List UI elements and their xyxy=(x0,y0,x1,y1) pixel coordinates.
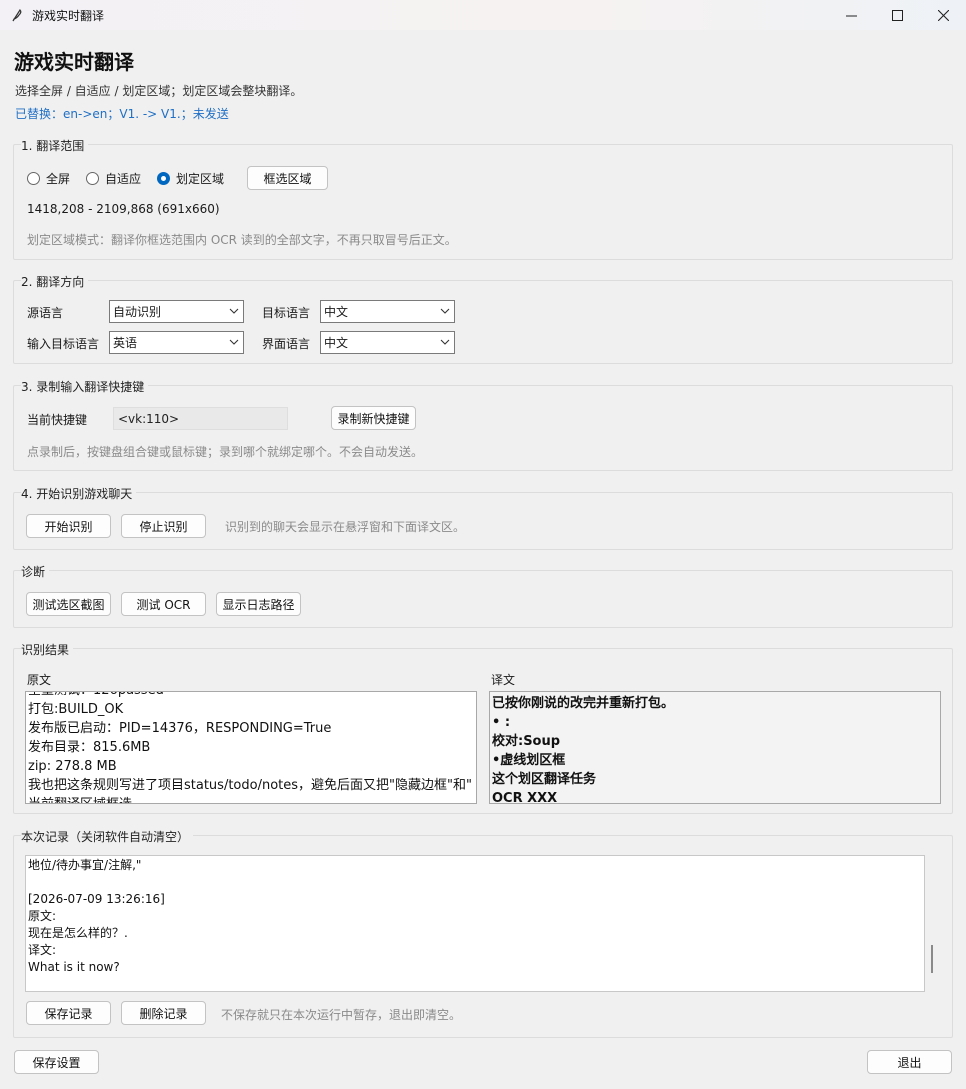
source-lang-select[interactable]: 自动识别 xyxy=(109,300,244,323)
chevron-down-icon xyxy=(229,339,239,345)
record-hotkey-button[interactable]: 录制新快捷键 xyxy=(331,406,416,430)
show-log-path-button[interactable]: 显示日志路径 xyxy=(216,592,301,616)
translation-line: 已按你刚说的改完并重新打包。 xyxy=(492,696,675,711)
ui-lang-select[interactable]: 中文 xyxy=(320,331,455,354)
log-scrollbar-thumb[interactable] xyxy=(931,945,933,973)
radio-label: 自适应 xyxy=(105,172,142,186)
select-value: 自动识别 xyxy=(113,305,162,319)
chevron-down-icon xyxy=(229,308,239,314)
hotkey-group-title: 3. 录制输入翻译快捷键 xyxy=(21,378,149,395)
radio-label: 全屏 xyxy=(46,172,71,186)
feather-icon xyxy=(12,9,22,22)
test-ocr-button[interactable]: 测试 OCR xyxy=(121,592,206,616)
diagnostics-group-title: 诊断 xyxy=(21,563,50,580)
close-icon xyxy=(937,9,949,21)
delete-log-button[interactable]: 删除记录 xyxy=(121,1001,206,1025)
target-lang-label: 目标语言 xyxy=(262,306,311,320)
ui-lang-label: 界面语言 xyxy=(262,337,311,351)
select-region-button[interactable]: 框选区域 xyxy=(247,166,328,190)
translation-text-label: 译文 xyxy=(491,673,516,687)
log-line: 现在是怎么样的？. xyxy=(28,926,128,940)
stop-recognize-button[interactable]: 停止识别 xyxy=(121,514,206,538)
save-log-button[interactable]: 保存记录 xyxy=(26,1001,111,1025)
radio-label: 划定区域 xyxy=(176,172,225,186)
translation-line: OCR XXX xyxy=(492,791,558,804)
save-settings-button[interactable]: 保存设置 xyxy=(14,1050,99,1074)
window-title: 游戏实时翻译 xyxy=(32,8,105,23)
source-line: 全量测试：126passed xyxy=(26,692,476,700)
translation-line: 这个划区翻译任务 xyxy=(492,772,597,787)
log-line: [2026-07-09 13:26:16] xyxy=(28,892,165,906)
maximize-icon xyxy=(891,9,903,21)
source-line: 我也把这条规则写进了项目status/todo/notes，避免后面又把"隐藏边… xyxy=(28,778,472,793)
source-lang-label: 源语言 xyxy=(27,306,64,320)
results-group-title: 识别结果 xyxy=(21,641,74,658)
input-target-lang-select[interactable]: 英语 xyxy=(109,331,244,354)
session-log-group-title: 本次记录（关闭软件自动清空） xyxy=(21,828,194,845)
chevron-down-icon xyxy=(440,339,450,345)
source-line: 当前翻译区域框选 xyxy=(26,795,476,803)
log-line: 译文: xyxy=(28,943,57,957)
session-log-area[interactable]: 地位/待办事宜/注解," [2026-07-09 13:26:16] 原文: 现… xyxy=(25,855,925,992)
select-value: 英语 xyxy=(113,336,138,350)
radio-adaptive[interactable]: 自适应 xyxy=(86,170,141,187)
radio-dot-selected xyxy=(157,172,170,185)
hotkey-hint: 点录制后，按键盘组合键或鼠标键；录到哪个就绑定哪个。不会自动发送。 xyxy=(27,445,424,459)
radio-dot xyxy=(86,172,99,185)
source-line: 发布版已启动：PID=14376，RESPONDING=True xyxy=(28,721,332,736)
radio-fullscreen[interactable]: 全屏 xyxy=(27,170,70,187)
title-bar: 游戏实时翻译 xyxy=(0,0,966,30)
recognize-group-title: 4. 开始识别游戏聊天 xyxy=(21,485,137,502)
current-hotkey-label: 当前快捷键 xyxy=(27,413,88,427)
radio-region[interactable]: 划定区域 xyxy=(157,170,224,187)
translation-line: • : xyxy=(492,715,511,730)
minimize-icon xyxy=(845,15,857,16)
page-title: 游戏实时翻译 xyxy=(14,50,134,74)
session-log-hint: 不保存就只在本次运行中暂存，退出即清空。 xyxy=(221,1008,462,1022)
select-value: 中文 xyxy=(324,305,349,319)
scope-hint: 划定区域模式：翻译你框选范围内 OCR 读到的全部文字，不再只取冒号后正文。 xyxy=(27,233,457,247)
close-button[interactable] xyxy=(920,0,966,30)
input-target-lang-label: 输入目标语言 xyxy=(27,337,100,351)
source-line: 发布目录：815.6MB xyxy=(28,740,151,755)
log-line: 原文: xyxy=(28,909,57,923)
minimize-button[interactable] xyxy=(828,0,874,30)
log-line: What is it now? xyxy=(28,960,120,974)
translation-line: •虚线划区框 xyxy=(492,753,566,768)
target-lang-select[interactable]: 中文 xyxy=(320,300,455,323)
source-line: 打包:BUILD_OK xyxy=(28,702,124,717)
page-subtitle: 选择全屏 / 自适应 / 划定区域；划定区域会整块翻译。 xyxy=(15,84,303,98)
translation-line: 校对:Soup xyxy=(492,734,561,749)
direction-group-title: 2. 翻译方向 xyxy=(21,273,89,290)
radio-dot xyxy=(27,172,40,185)
chevron-down-icon xyxy=(440,308,450,314)
translation-text-area[interactable]: 已按你刚说的改完并重新打包。 • : 校对:Soup •虚线划区框 这个划区翻译… xyxy=(489,691,941,804)
log-line: 地位/待办事宜/注解," xyxy=(28,858,142,872)
current-hotkey-field: <vk:110> xyxy=(113,407,288,430)
start-recognize-button[interactable]: 开始识别 xyxy=(26,514,111,538)
exit-button[interactable]: 退出 xyxy=(867,1050,952,1074)
replace-status: 已替换：en->en；V1. -> V1.；未发送 xyxy=(15,107,229,121)
source-line: zip: 278.8 MB xyxy=(28,759,117,774)
source-text-label: 原文 xyxy=(27,673,52,687)
scope-group-title: 1. 翻译范围 xyxy=(21,137,89,154)
maximize-button[interactable] xyxy=(874,0,920,30)
select-value: 中文 xyxy=(324,336,349,350)
test-capture-button[interactable]: 测试选区截图 xyxy=(26,592,111,616)
region-coords: 1418,208 - 2109,868 (691x660) xyxy=(27,202,220,216)
source-text-area[interactable]: 全量测试：126passed 打包:BUILD_OK 发布版已启动：PID=14… xyxy=(25,691,477,804)
recognize-hint: 识别到的聊天会显示在悬浮窗和下面译文区。 xyxy=(225,520,466,534)
